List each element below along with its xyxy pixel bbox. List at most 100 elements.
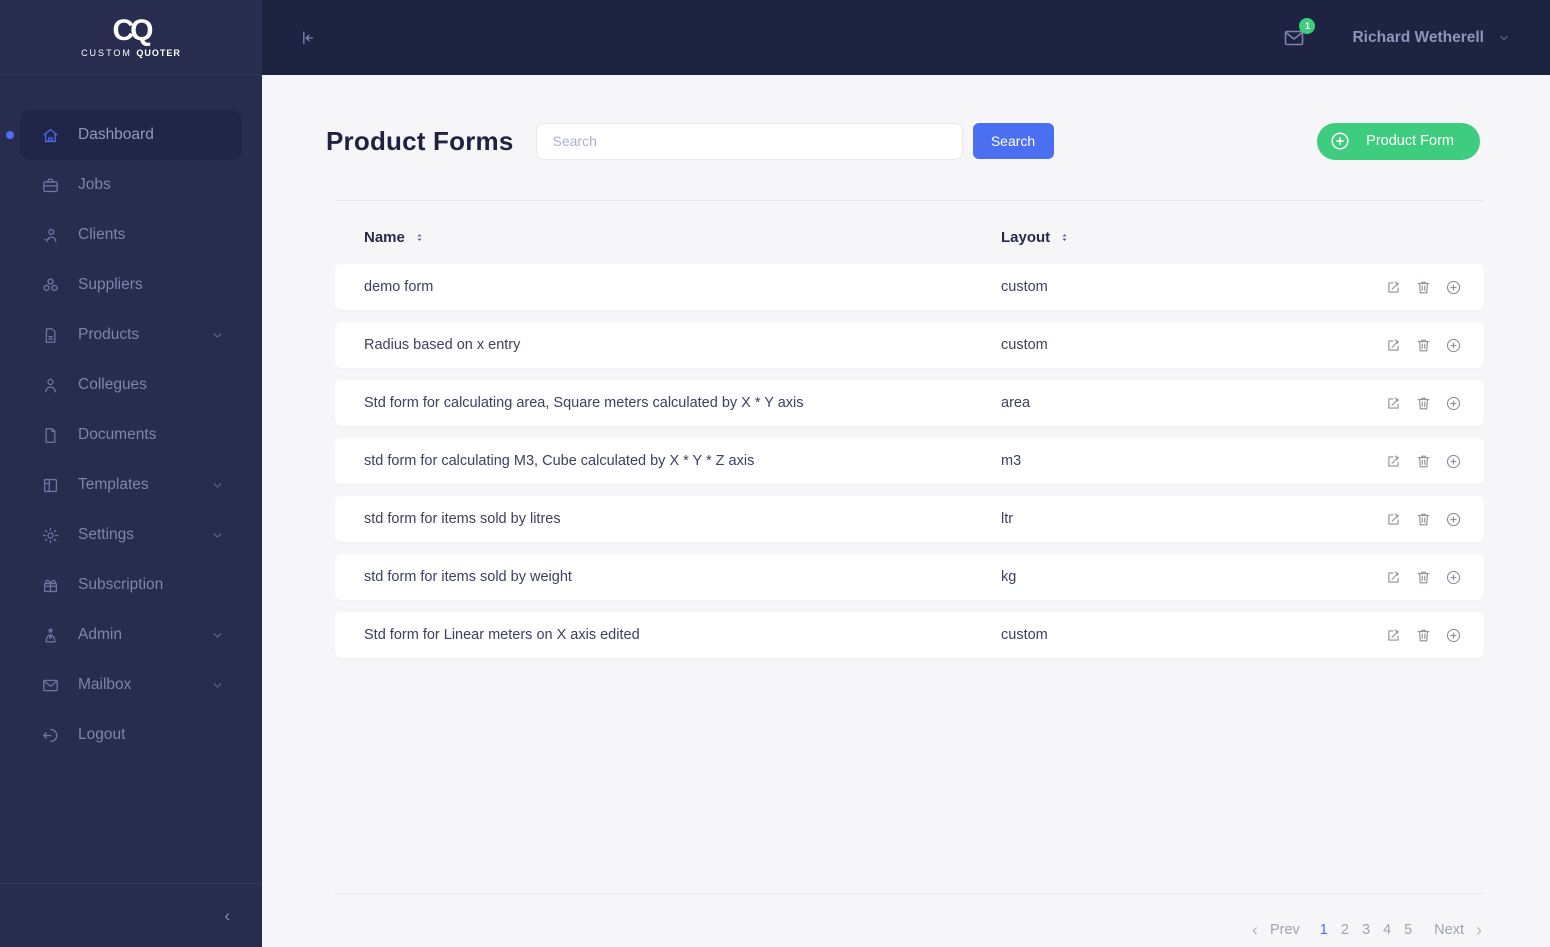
document-icon [41,426,60,445]
delete-icon[interactable] [1415,511,1432,528]
sidebar-item-jobs[interactable]: Jobs [20,160,242,210]
gear-icon [41,526,60,545]
sidebar-item-mailbox[interactable]: Mailbox [20,660,242,710]
sidebar-item-dashboard[interactable]: Dashboard [6,110,242,160]
table-row[interactable]: Std form for calculating area, Square me… [335,380,1484,426]
sidebar-item-collegues[interactable]: Collegues [20,360,242,410]
sidebar-item-label: Products [78,326,140,343]
table-row[interactable]: Std form for Linear meters on X axis edi… [335,612,1484,658]
product-icon [41,326,60,345]
row-name: Std form for calculating area, Square me… [364,395,804,411]
delete-icon[interactable] [1415,453,1432,470]
column-header-layout[interactable]: Layout [1001,229,1366,246]
row-actions [1366,279,1462,296]
sidebar-nav: Dashboard Jobs Clients Suppliers Product… [0,75,262,883]
main-column: 1 Richard Wetherell Product Forms Search… [262,0,1550,947]
duplicate-icon[interactable] [1445,395,1462,412]
search-button[interactable]: Search [972,123,1054,159]
product-forms-table: Name Layout demo form custom Radius base… [335,200,1484,670]
sidebar-item-products[interactable]: Products [20,310,242,360]
duplicate-icon[interactable] [1445,511,1462,528]
sidebar-item-subscription[interactable]: Subscription [20,560,242,610]
mail-badge: 1 [1299,17,1316,34]
row-actions [1366,511,1462,528]
sidebar-item-label: Suppliers [78,276,143,293]
brand-name-light: CUSTOM [81,48,137,58]
topbar-right: 1 Richard Wetherell [1282,17,1510,50]
row-layout: custom [1001,279,1048,295]
table-row[interactable]: std form for items sold by weight kg [335,554,1484,600]
row-name: Radius based on x entry [364,337,521,353]
column-header-name[interactable]: Name [364,229,1001,246]
sidebar-item-settings[interactable]: Settings [20,510,242,560]
page-number-4[interactable]: 4 [1383,922,1391,938]
edit-icon[interactable] [1385,279,1402,296]
page-number-1[interactable]: 1 [1320,922,1328,938]
next-button[interactable]: Next [1434,922,1464,938]
search-input[interactable] [535,122,963,160]
user-chevron-down-icon[interactable] [1498,32,1510,44]
brand-initials: CQ [112,14,154,47]
row-layout: kg [1001,569,1017,585]
row-layout: custom [1001,337,1048,353]
row-actions [1366,337,1462,354]
page-numbers: 12345 [1320,922,1412,938]
active-indicator-dot [6,131,14,139]
chevron-down-icon [211,329,224,342]
content: Product Forms Search Product Form Name [262,75,1550,947]
row-layout: area [1001,395,1031,411]
table-row[interactable]: std form for items sold by litres ltr [335,496,1484,542]
sidebar-item-label: Mailbox [78,676,132,693]
row-layout: custom [1001,627,1048,643]
sidebar-item-clients[interactable]: Clients [20,210,242,260]
duplicate-icon[interactable] [1445,569,1462,586]
topbar: 1 Richard Wetherell [262,0,1550,75]
sidebar-item-admin[interactable]: Admin [20,610,242,660]
mailbox-icon[interactable]: 1 [1282,17,1316,50]
table-row[interactable]: Radius based on x entry custom [335,322,1484,368]
next-chevron-icon[interactable]: › [1476,921,1482,939]
add-product-form-button[interactable]: Product Form [1317,122,1480,160]
delete-icon[interactable] [1415,627,1432,644]
duplicate-icon[interactable] [1445,627,1462,644]
edit-icon[interactable] [1385,337,1402,354]
table-row[interactable]: std form for calculating M3, Cube calcul… [335,438,1484,484]
edit-icon[interactable] [1385,627,1402,644]
edit-icon[interactable] [1385,511,1402,528]
collapse-sidebar-icon[interactable] [298,28,318,48]
row-actions [1366,395,1462,412]
delete-icon[interactable] [1415,569,1432,586]
chevron-down-icon [211,479,224,492]
duplicate-icon[interactable] [1445,453,1462,470]
prev-button[interactable]: Prev [1270,922,1300,938]
duplicate-icon[interactable] [1445,337,1462,354]
delete-icon[interactable] [1415,395,1432,412]
edit-icon[interactable] [1385,395,1402,412]
sidebar-item-suppliers[interactable]: Suppliers [20,260,242,310]
column-header-layout-label: Layout [1001,229,1051,246]
sidebar-item-templates[interactable]: Templates [20,460,242,510]
edit-icon[interactable] [1385,569,1402,586]
sort-icon[interactable] [1059,232,1070,243]
home-icon [41,126,60,145]
template-icon [41,476,60,495]
prev-chevron-icon[interactable]: ‹ [1252,921,1258,939]
edit-icon[interactable] [1385,453,1402,470]
chevron-down-icon [211,679,224,692]
user-menu[interactable]: Richard Wetherell [1352,29,1484,47]
sidebar-item-logout[interactable]: Logout [20,710,242,760]
pagination: ‹ Prev 12345 Next › [335,893,1484,947]
sort-icon[interactable] [414,232,425,243]
delete-icon[interactable] [1415,279,1432,296]
delete-icon[interactable] [1415,337,1432,354]
sidebar-item-label: Subscription [78,576,164,593]
duplicate-icon[interactable] [1445,279,1462,296]
sidebar-item-label: Settings [78,526,135,543]
sidebar-collapse-icon[interactable]: ‹ [224,907,230,924]
page-number-5[interactable]: 5 [1404,922,1412,938]
page-number-2[interactable]: 2 [1341,922,1349,938]
page-number-3[interactable]: 3 [1362,922,1370,938]
sidebar-item-documents[interactable]: Documents [20,410,242,460]
column-header-name-label: Name [364,229,405,246]
table-row[interactable]: demo form custom [335,264,1484,310]
